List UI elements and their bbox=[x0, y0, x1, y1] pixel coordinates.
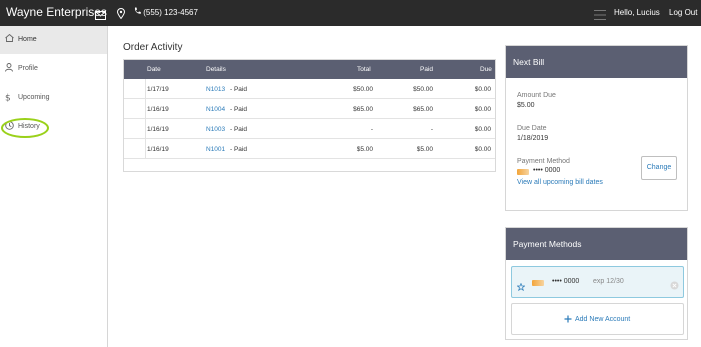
cell-paid: $50.00 bbox=[413, 86, 433, 93]
card-brand-icon bbox=[517, 169, 529, 175]
phone-number[interactable]: (555) 123-4567 bbox=[134, 7, 198, 17]
phone-icon bbox=[134, 7, 141, 14]
cell-due: $0.00 bbox=[474, 86, 491, 93]
cell-total: $50.00 bbox=[353, 86, 373, 93]
card-title: Next Bill bbox=[513, 57, 545, 67]
cell-date: 1/16/19 bbox=[147, 126, 169, 133]
svg-text:$: $ bbox=[5, 94, 11, 103]
mail-icon[interactable] bbox=[95, 7, 106, 25]
table-row[interactable]: 1/16/19 N1003 - Paid - - $0.00 bbox=[124, 119, 495, 139]
column-header-details[interactable]: Details bbox=[206, 66, 226, 73]
order-link[interactable]: N1004 bbox=[206, 106, 225, 113]
phone-text: (555) 123-4567 bbox=[143, 8, 198, 17]
cell-total: - bbox=[370, 126, 373, 133]
order-link[interactable]: N1001 bbox=[206, 146, 225, 153]
location-pin-icon[interactable] bbox=[116, 6, 126, 24]
next-bill-card: Next Bill Amount Due $5.00 Due Date 1/18… bbox=[505, 45, 688, 211]
payment-method-label: Payment Method bbox=[517, 158, 570, 165]
cell-total: $5.00 bbox=[356, 146, 373, 153]
brand-name[interactable]: Wayne Enterprises bbox=[6, 5, 107, 19]
menu-icon[interactable] bbox=[594, 7, 606, 25]
amount-due-value: $5.00 bbox=[517, 102, 535, 109]
cell-date: 1/16/19 bbox=[147, 106, 169, 113]
column-header-due[interactable]: Due bbox=[480, 66, 492, 73]
cell-paid: $65.00 bbox=[413, 106, 433, 113]
top-bar: Wayne Enterprises (555) 123-4567 Hello, … bbox=[0, 0, 701, 26]
cell-paid: - bbox=[430, 126, 433, 133]
cell-status: - Paid bbox=[230, 126, 247, 133]
card-expiry: exp 12/30 bbox=[593, 278, 624, 285]
due-date-label: Due Date bbox=[517, 125, 547, 132]
sidebar-item-upcoming[interactable]: $ Upcoming bbox=[0, 84, 107, 112]
sidebar-item-label: Upcoming bbox=[18, 94, 50, 101]
card-number: •••• 0000 bbox=[533, 167, 561, 174]
payment-methods-card: Payment Methods •••• 0000 exp 12/30 Add … bbox=[505, 227, 688, 340]
saved-card[interactable]: •••• 0000 exp 12/30 bbox=[511, 266, 684, 298]
user-greeting[interactable]: Hello, Lucius bbox=[614, 8, 660, 17]
cell-paid: $5.00 bbox=[416, 146, 433, 153]
table-row[interactable]: 1/16/19 N1004 - Paid $65.00 $65.00 $0.00 bbox=[124, 99, 495, 119]
cell-status: - Paid bbox=[230, 106, 247, 113]
cell-date: 1/16/19 bbox=[147, 146, 169, 153]
sidebar: Home Profile $ Upcoming History bbox=[0, 26, 108, 347]
cell-due: $0.00 bbox=[474, 126, 491, 133]
home-icon bbox=[5, 33, 14, 44]
sidebar-item-profile[interactable]: Profile bbox=[0, 55, 107, 83]
column-header-total[interactable]: Total bbox=[357, 66, 371, 73]
table-header: Date Details Total Paid Due bbox=[124, 60, 495, 79]
cell-status: - Paid bbox=[230, 146, 247, 153]
due-date-value: 1/18/2019 bbox=[517, 135, 549, 142]
add-account-button[interactable]: Add New Account bbox=[511, 303, 684, 335]
cell-total: $65.00 bbox=[353, 106, 373, 113]
logout-link[interactable]: Log Out bbox=[669, 8, 697, 17]
change-button[interactable]: Change bbox=[641, 156, 677, 180]
page-title: Order Activity bbox=[123, 42, 183, 53]
history-highlight bbox=[1, 118, 49, 138]
cell-status: - Paid bbox=[230, 86, 247, 93]
card-number: •••• 0000 bbox=[552, 278, 580, 285]
table-row[interactable]: 1/17/19 N1013 - Paid $50.00 $50.00 $0.00 bbox=[124, 79, 495, 99]
add-account-label: Add New Account bbox=[575, 316, 631, 323]
user-icon bbox=[5, 63, 13, 74]
sidebar-item-home[interactable]: Home bbox=[0, 26, 107, 54]
cell-due: $0.00 bbox=[474, 146, 491, 153]
sidebar-item-label: Profile bbox=[18, 65, 38, 72]
order-link[interactable]: N1003 bbox=[206, 126, 225, 133]
dollar-icon: $ bbox=[5, 92, 11, 104]
view-upcoming-link[interactable]: View all upcoming bill dates bbox=[517, 179, 603, 186]
column-header-date[interactable]: Date bbox=[147, 66, 161, 73]
amount-due-label: Amount Due bbox=[517, 92, 556, 99]
card-header: Next Bill bbox=[506, 46, 687, 78]
order-link[interactable]: N1013 bbox=[206, 86, 225, 93]
sidebar-item-label: Home bbox=[18, 36, 37, 43]
remove-card-icon[interactable] bbox=[670, 277, 679, 295]
cell-due: $0.00 bbox=[474, 106, 491, 113]
card-title: Payment Methods bbox=[513, 239, 582, 249]
column-header-paid[interactable]: Paid bbox=[420, 66, 433, 73]
star-icon[interactable] bbox=[516, 278, 526, 296]
card-brand-icon bbox=[532, 280, 544, 286]
cell-date: 1/17/19 bbox=[147, 86, 169, 93]
plus-icon bbox=[564, 315, 572, 325]
order-table: Date Details Total Paid Due 1/17/19 N101… bbox=[123, 59, 496, 172]
card-header: Payment Methods bbox=[506, 228, 687, 260]
table-row[interactable]: 1/16/19 N1001 - Paid $5.00 $5.00 $0.00 bbox=[124, 139, 495, 159]
